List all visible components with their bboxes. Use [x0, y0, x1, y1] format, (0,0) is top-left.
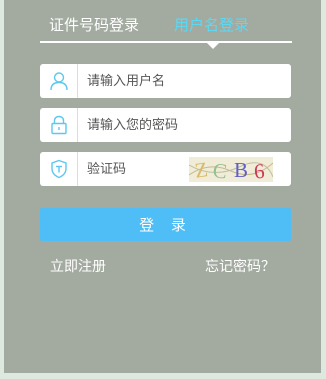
user-icon	[40, 64, 78, 98]
tab-username-login[interactable]: 用户名登录	[174, 14, 249, 36]
svg-text:Z: Z	[193, 157, 209, 182]
captcha-image[interactable]: Z C B 6	[189, 157, 273, 182]
password-field	[40, 108, 291, 142]
shield-icon	[40, 152, 78, 186]
username-field	[40, 64, 291, 98]
tab-underline	[40, 41, 292, 43]
login-panel: 证件号码登录 用户名登录 请输入用户名 验证码 Z C B 6 登 录 立即注册…	[4, 0, 321, 373]
tab-id-login[interactable]: 证件号码登录	[49, 14, 139, 36]
register-link[interactable]: 立即注册	[50, 257, 106, 277]
login-tabs: 证件号码登录 用户名登录	[40, 14, 292, 49]
username-input[interactable]	[87, 70, 277, 92]
svg-text:B: B	[234, 158, 248, 182]
forgot-password-link[interactable]: 忘记密码？	[205, 257, 275, 277]
svg-text:6: 6	[253, 159, 266, 182]
lock-icon	[40, 108, 78, 142]
svg-text:C: C	[212, 158, 228, 182]
login-button[interactable]: 登 录	[40, 208, 291, 241]
captcha-field: Z C B 6	[40, 152, 291, 186]
active-tab-indicator	[207, 43, 219, 49]
password-input[interactable]	[87, 114, 277, 136]
